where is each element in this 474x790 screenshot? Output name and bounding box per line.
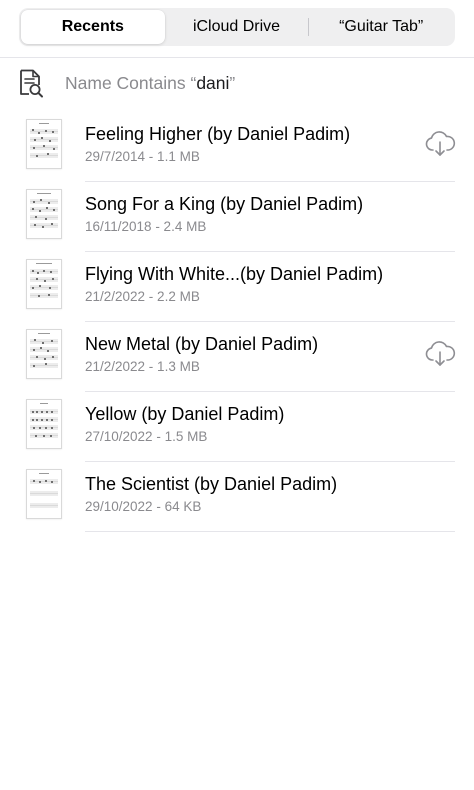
- sheet-music-thumbnail: [26, 119, 62, 169]
- sheet-music-thumbnail: [26, 329, 62, 379]
- file-row-new-metal[interactable]: New Metal (by Daniel Padim) 21/2/2022 - …: [0, 322, 474, 392]
- tab-icloud-drive[interactable]: iCloud Drive: [165, 10, 309, 44]
- file-row-the-scientist[interactable]: The Scientist (by Daniel Padim) 29/10/20…: [0, 462, 474, 532]
- tab-recents-label: Recents: [61, 18, 124, 35]
- location-segmented-control: Recents iCloud Drive “Guitar Tab”: [19, 8, 455, 46]
- header-separator: [0, 57, 474, 58]
- file-meta: 29/7/2014 - 1.1 MB: [85, 149, 200, 164]
- file-meta: 16/11/2018 - 2.4 MB: [85, 219, 207, 234]
- tab-guitar-tab-label: “Guitar Tab”: [339, 18, 424, 35]
- file-title: Flying With White...(by Daniel Padim): [85, 264, 384, 284]
- sheet-music-thumbnail: [26, 259, 62, 309]
- file-list: Feeling Higher (by Daniel Padim) 29/7/20…: [0, 112, 474, 532]
- file-meta: 21/2/2022 - 2.2 MB: [85, 289, 200, 304]
- file-row-flying-with-white[interactable]: Flying With White...(by Daniel Padim) 21…: [0, 252, 474, 322]
- sheet-music-thumbnail: [26, 399, 62, 449]
- sheet-music-thumbnail: [26, 189, 62, 239]
- search-query-suffix: ”: [229, 72, 236, 93]
- file-row-song-for-a-king[interactable]: Song For a King (by Daniel Padim) 16/11/…: [0, 182, 474, 252]
- file-title: Song For a King (by Daniel Padim): [85, 194, 364, 214]
- file-row-yellow[interactable]: Yellow (by Daniel Padim) 27/10/2022 - 1.…: [0, 392, 474, 462]
- search-query-text: Name Contains “dani”: [65, 73, 235, 94]
- file-meta: 29/10/2022 - 64 KB: [85, 499, 202, 514]
- tab-icloud-drive-label: iCloud Drive: [192, 18, 281, 35]
- file-meta: 21/2/2022 - 1.3 MB: [85, 359, 200, 374]
- search-query-term: dani: [196, 72, 230, 93]
- search-query-prefix: Name Contains “: [65, 72, 197, 93]
- document-search-icon: [18, 68, 46, 98]
- tab-guitar-tab[interactable]: “Guitar Tab”: [309, 10, 453, 44]
- file-row-feeling-higher[interactable]: Feeling Higher (by Daniel Padim) 29/7/20…: [0, 112, 474, 182]
- file-title: Yellow (by Daniel Padim): [85, 404, 285, 424]
- sheet-music-thumbnail: [26, 469, 62, 519]
- file-title: Feeling Higher (by Daniel Padim): [85, 124, 351, 144]
- search-query-row[interactable]: Name Contains “dani”: [18, 68, 458, 98]
- file-title: New Metal (by Daniel Padim): [85, 334, 319, 354]
- tab-recents[interactable]: Recents: [21, 10, 165, 44]
- file-title: The Scientist (by Daniel Padim): [85, 474, 338, 494]
- cloud-download-icon[interactable]: [424, 130, 456, 158]
- row-separator: [85, 531, 455, 532]
- cloud-download-icon[interactable]: [424, 340, 456, 368]
- file-meta: 27/10/2022 - 1.5 MB: [85, 429, 208, 444]
